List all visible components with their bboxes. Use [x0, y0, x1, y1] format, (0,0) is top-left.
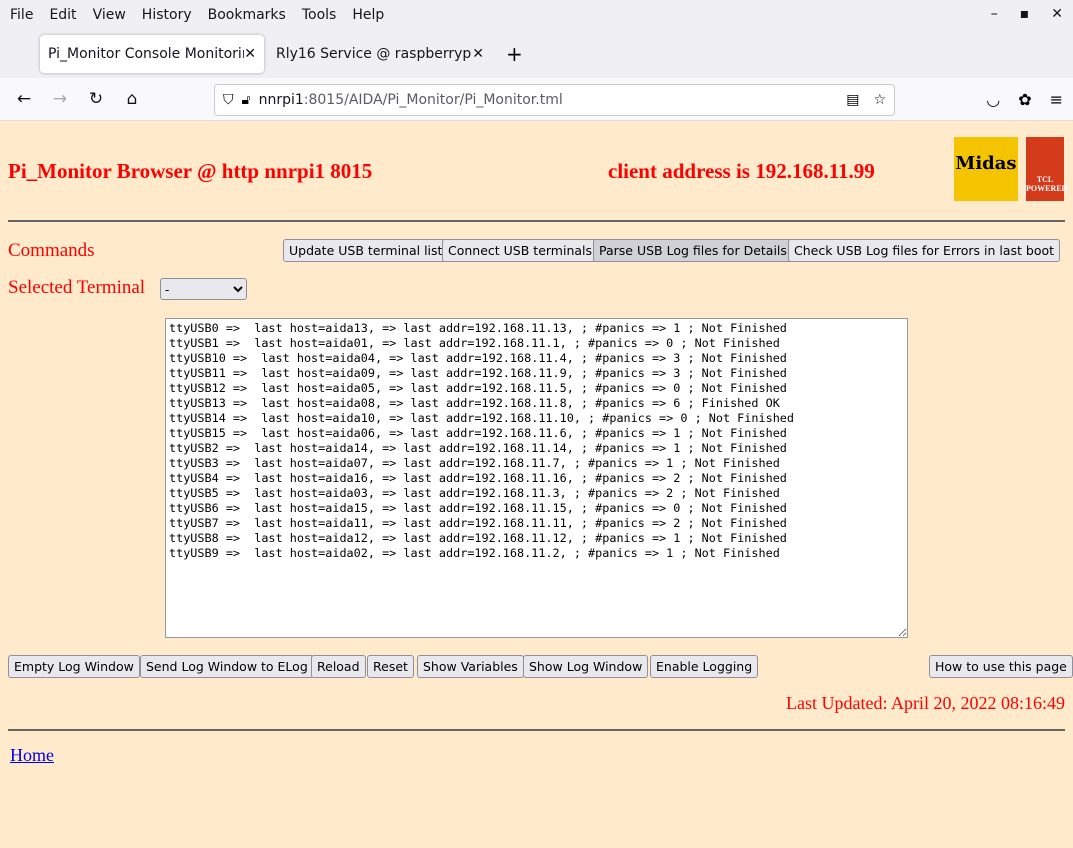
- minimize-icon[interactable]: –: [991, 6, 998, 22]
- browser-chrome: File Edit View History Bookmarks Tools H…: [0, 0, 1073, 121]
- shield-icon: ⛉: [223, 92, 234, 108]
- reload-button[interactable]: Reload: [311, 655, 366, 678]
- commands-label: Commands: [8, 240, 95, 261]
- help-button[interactable]: How to use this page: [929, 655, 1073, 678]
- empty-log-button[interactable]: Empty Log Window: [8, 655, 140, 678]
- send-to-elog-button[interactable]: Send Log Window to ELog: [140, 655, 314, 678]
- close-window-icon[interactable]: ✕: [1051, 6, 1063, 22]
- show-variables-button[interactable]: Show Variables: [417, 655, 524, 678]
- home-link[interactable]: Home: [10, 745, 54, 766]
- menu-help[interactable]: Help: [344, 7, 392, 23]
- log-window[interactable]: ttyUSB0 => last host=aida13, => last add…: [165, 318, 908, 638]
- menu-view[interactable]: View: [85, 7, 134, 23]
- pocket-icon[interactable]: ◡: [986, 90, 1000, 109]
- page-content: Pi_Monitor Browser @ http nnrpi1 8015 cl…: [0, 121, 1073, 848]
- divider: [8, 220, 1065, 222]
- midas-logo: Midas: [954, 137, 1018, 201]
- tcl-logo: TCL POWERED: [1026, 137, 1067, 201]
- extension-icon[interactable]: ✿: [1018, 90, 1031, 109]
- insecure-lock-icon: 🔓︎: [241, 92, 251, 108]
- menubar: File Edit View History Bookmarks Tools H…: [0, 0, 1073, 30]
- menu-tools[interactable]: Tools: [294, 7, 345, 23]
- reload-icon[interactable]: ↻: [78, 89, 114, 109]
- page-title: Pi_Monitor Browser @ http nnrpi1 8015: [8, 159, 373, 183]
- menu-edit[interactable]: Edit: [41, 7, 84, 23]
- reader-view-icon[interactable]: ▤: [846, 92, 859, 108]
- menu-bookmarks[interactable]: Bookmarks: [200, 7, 294, 23]
- menu-history[interactable]: History: [134, 7, 200, 23]
- close-tab-icon[interactable]: ✕: [472, 46, 484, 62]
- menu-icon[interactable]: ≡: [1050, 90, 1063, 109]
- maximize-icon[interactable]: ▪: [1020, 6, 1030, 22]
- url-bar[interactable]: ⛉ 🔓︎ nnrpi1:8015/AIDA/Pi_Monitor/Pi_Moni…: [214, 84, 895, 116]
- forward-icon[interactable]: →: [42, 89, 78, 109]
- reset-button[interactable]: Reset: [367, 655, 414, 678]
- parse-usb-log-button[interactable]: Parse USB Log files for Details: [593, 239, 793, 262]
- last-updated: Last Updated: April 20, 2022 08:16:49: [786, 693, 1065, 713]
- menu-file[interactable]: File: [2, 7, 41, 23]
- tab-pi-monitor[interactable]: Pi_Monitor Console Monitoring ✕: [40, 35, 264, 73]
- tab-rly16[interactable]: Rly16 Service @ raspberrypi ✕: [268, 35, 492, 73]
- enable-logging-button[interactable]: Enable Logging: [650, 655, 759, 678]
- selected-terminal-label: Selected Terminal: [8, 277, 146, 298]
- show-log-window-button[interactable]: Show Log Window: [523, 655, 649, 678]
- bookmark-star-icon[interactable]: ☆: [873, 92, 886, 108]
- client-address: client address is 192.168.11.99: [608, 159, 875, 183]
- close-tab-icon[interactable]: ✕: [244, 46, 256, 62]
- divider: [8, 729, 1065, 731]
- update-usb-list-button[interactable]: Update USB terminal list: [283, 239, 449, 262]
- home-icon[interactable]: ⌂: [114, 89, 150, 109]
- back-icon[interactable]: ←: [6, 89, 42, 109]
- new-tab-icon[interactable]: +: [496, 42, 533, 66]
- terminal-select[interactable]: -: [160, 278, 247, 300]
- connect-usb-button[interactable]: Connect USB terminals: [442, 239, 599, 262]
- check-usb-errors-button[interactable]: Check USB Log files for Errors in last b…: [788, 239, 1061, 262]
